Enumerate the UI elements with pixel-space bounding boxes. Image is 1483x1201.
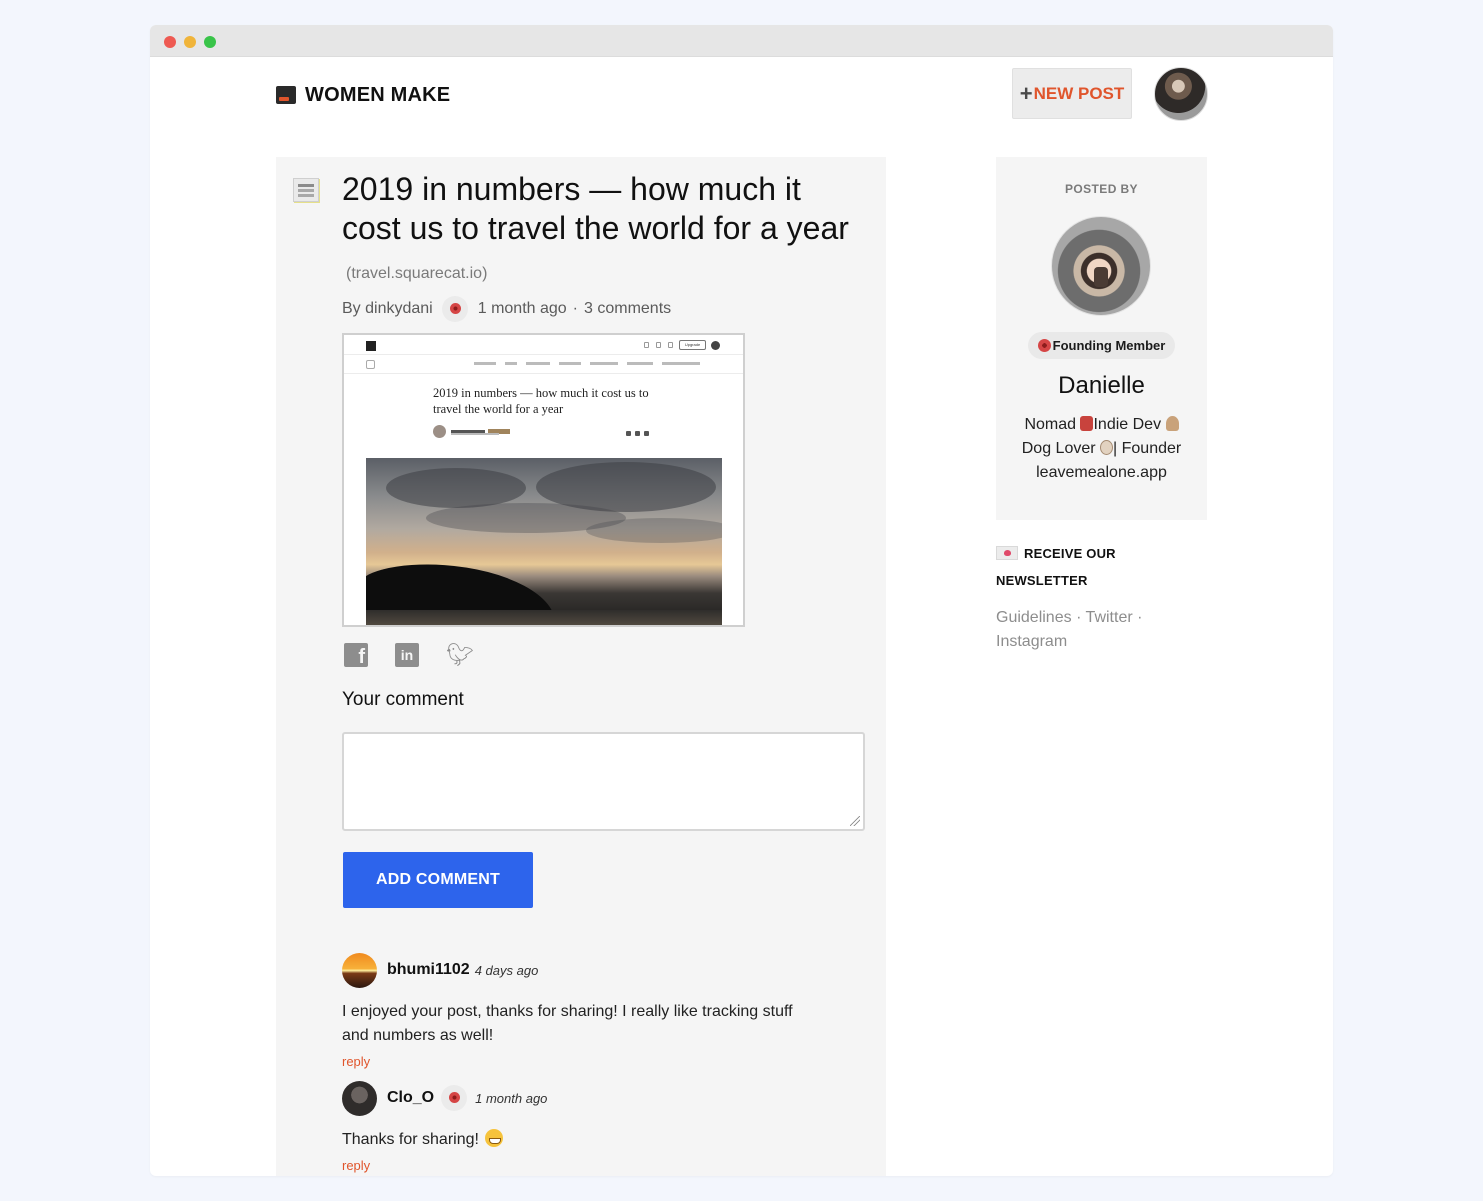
bio-text: | Founder: [1113, 440, 1182, 457]
minimize-window-button[interactable]: [184, 36, 196, 48]
preview-search-icon: [644, 342, 649, 348]
comment-item: Clo_O 1 month ago Thanks for sharing! re…: [342, 1080, 812, 1173]
preview-nav-links: [474, 362, 700, 365]
grinning-face-icon: [485, 1129, 504, 1147]
post-meta: By dinkydani 1 month ago · 3 comments: [342, 296, 671, 322]
facebook-icon[interactable]: f: [344, 643, 368, 667]
post-domain[interactable]: (travel.squarecat.io): [346, 265, 487, 282]
preview-topbar: Upgrade: [344, 335, 743, 355]
guidelines-link[interactable]: Guidelines: [996, 609, 1072, 626]
comment-form-label: Your comment: [342, 689, 464, 710]
preview-bell-icon: [668, 342, 673, 348]
twitter-icon[interactable]: 🐦︎: [446, 643, 474, 667]
maximize-window-button[interactable]: [204, 36, 216, 48]
badge-label: Founding Member: [1052, 338, 1166, 353]
new-post-button[interactable]: + NEW POST: [1012, 68, 1132, 119]
commenter-name[interactable]: Clo_O: [387, 1089, 434, 1107]
preview-upgrade-button: Upgrade: [679, 340, 706, 350]
post-time: 1 month ago: [477, 300, 567, 317]
preview-bookmark-icon: [656, 342, 661, 348]
twitter-link[interactable]: Twitter: [1086, 609, 1133, 626]
post-card: 2019 in numbers — how much it cost us to…: [276, 157, 886, 1176]
comment-time: 4 days ago: [474, 962, 539, 978]
reply-link[interactable]: reply: [342, 1054, 812, 1069]
flower-icon: [1037, 339, 1051, 352]
commenter-avatar[interactable]: [342, 1080, 377, 1116]
bio-text: Indie Dev: [1093, 416, 1162, 433]
flower-badge-icon: [441, 1085, 468, 1111]
author-card: POSTED BY Founding Member Danielle Nomad…: [996, 157, 1207, 520]
post-author[interactable]: By dinkydani: [342, 300, 433, 318]
reply-link[interactable]: reply: [342, 1158, 812, 1173]
dog-face-icon: [1100, 440, 1114, 455]
comment-item: bhumi1102 4 days ago I enjoyed your post…: [342, 952, 812, 1069]
love-letter-icon: [996, 546, 1018, 560]
comment-body: I enjoyed your post, thanks for sharing!…: [342, 1003, 793, 1044]
author-name[interactable]: Danielle: [996, 372, 1207, 400]
logo-icon: [276, 86, 296, 104]
newsletter-link[interactable]: RECEIVE OUR NEWSLETTER: [996, 540, 1196, 594]
post-title[interactable]: 2019 in numbers — how much it cost us to…: [342, 170, 862, 293]
preview-nav: [344, 356, 743, 374]
link-separator: ·: [1137, 609, 1143, 626]
bio-text: Dog Lover: [1021, 440, 1096, 457]
add-comment-button[interactable]: ADD COMMENT: [343, 852, 533, 908]
post-title-text[interactable]: 2019 in numbers — how much it cost us to…: [342, 171, 849, 246]
plus-icon: +: [1019, 80, 1033, 106]
post-preview-image[interactable]: Upgrade 2019 in numbers — how much it co…: [342, 333, 745, 627]
linkedin-icon[interactable]: in: [395, 643, 419, 667]
author-avatar[interactable]: [1051, 216, 1151, 316]
instagram-link[interactable]: Instagram: [996, 633, 1067, 650]
brand-name: WOMEN MAKE: [305, 83, 451, 106]
window-titlebar: [150, 25, 1333, 57]
preview-author: [433, 425, 510, 438]
link-separator: ·: [1076, 609, 1082, 626]
technologist-icon: [1165, 416, 1179, 431]
posted-by-label: POSTED BY: [1065, 182, 1138, 196]
backpack-icon: [1080, 416, 1094, 431]
comment-header: Clo_O 1 month ago: [342, 1080, 812, 1116]
commenter-name[interactable]: bhumi1102: [387, 961, 470, 979]
preview-avatar: [711, 341, 720, 350]
founding-member-badge: Founding Member: [1028, 332, 1175, 359]
comment-body: Thanks for sharing!: [342, 1128, 812, 1152]
flower-badge-icon: [441, 296, 468, 322]
preview-date-line: [451, 433, 499, 435]
author-bio: Nomad Indie Dev Dog Lover | Founder leav…: [1010, 413, 1193, 485]
comment-text: Thanks for sharing!: [342, 1131, 479, 1148]
newspaper-icon: [293, 178, 319, 202]
browser-window: WOMEN MAKE + NEW POST 2019 in numbers — …: [150, 25, 1333, 1176]
comment-time: 1 month ago: [475, 1090, 548, 1106]
footer-links: Guidelines · Twitter · Instagram: [996, 606, 1196, 654]
user-avatar[interactable]: [1154, 67, 1208, 121]
share-bar: f in 🐦︎: [344, 643, 474, 667]
commenter-avatar[interactable]: [342, 952, 377, 988]
preview-sunset-photo: [366, 458, 722, 625]
comment-header: bhumi1102 4 days ago: [342, 952, 812, 988]
comment-input[interactable]: [342, 732, 865, 831]
post-comment-count[interactable]: 3 comments: [584, 300, 671, 318]
bio-text: Nomad: [1024, 416, 1077, 433]
preview-headline: 2019 in numbers — how much it cost us to…: [433, 386, 649, 416]
close-window-button[interactable]: [164, 36, 176, 48]
new-post-label: NEW POST: [1033, 83, 1125, 103]
preview-share-icons: [626, 431, 649, 436]
author-website-link[interactable]: leavemealone.app: [1036, 464, 1167, 481]
site-logo[interactable]: WOMEN MAKE: [276, 82, 450, 108]
meta-separator: ·: [572, 300, 578, 317]
preview-nav-icon: [366, 360, 375, 369]
textarea-resize-handle[interactable]: [850, 816, 860, 826]
medium-logo-icon: [366, 341, 376, 351]
